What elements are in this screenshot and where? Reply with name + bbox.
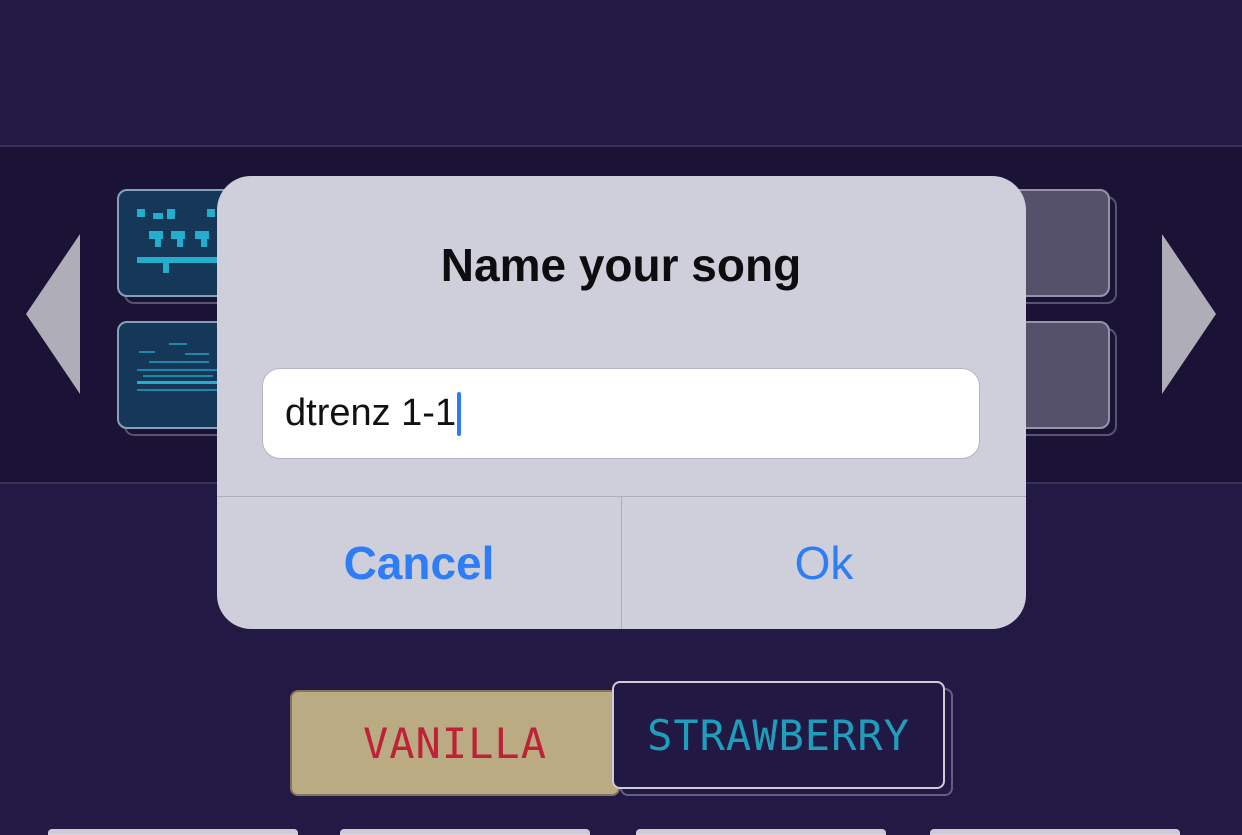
song-name-input[interactable]: dtrenz 1-1 <box>262 368 980 459</box>
song-name-value: dtrenz 1-1 <box>285 392 457 434</box>
dialog-title: Name your song <box>440 239 802 291</box>
ok-button[interactable]: Ok <box>622 497 1026 629</box>
text-caret <box>457 391 462 436</box>
cancel-button[interactable]: Cancel <box>217 497 621 629</box>
